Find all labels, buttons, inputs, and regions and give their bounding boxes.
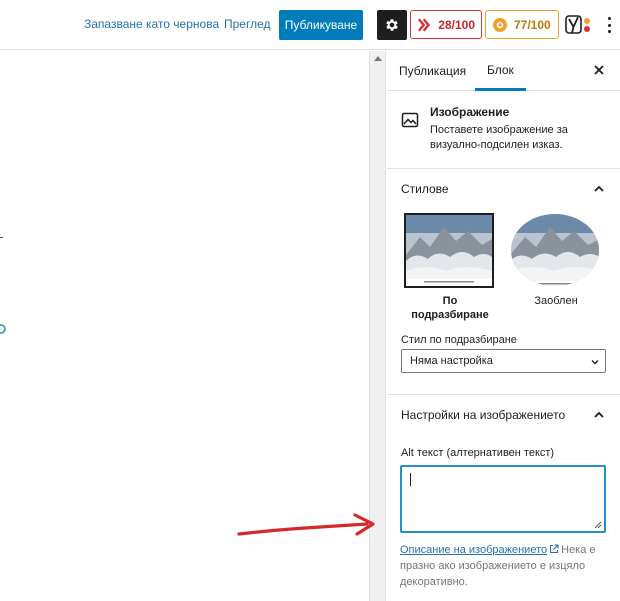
readability-score-button[interactable]: 77/100 (485, 10, 559, 39)
default-style-value: Няма настройка (410, 355, 493, 367)
annotation-arrow-icon (237, 513, 375, 536)
alt-text-input[interactable] (400, 465, 606, 533)
alt-text-help: Описание на изображението Нека е празно … (400, 542, 606, 590)
tab-block[interactable]: Блок (475, 51, 526, 91)
canvas-handle-icon (0, 324, 6, 334)
styles-panel: Стилове По подразбиране Заоблен Стил по … (387, 169, 620, 395)
publish-button[interactable]: Публикуване (279, 10, 363, 40)
block-card: Изображение Поставете изображение за виз… (387, 91, 620, 169)
text-caret (410, 473, 411, 486)
image-icon (401, 112, 419, 128)
editor-top-bar: Запазване като чернова Преглед Публикува… (0, 0, 620, 50)
style-label-rounded: Заоблен (534, 295, 578, 307)
preview-button[interactable]: Преглед (224, 17, 271, 31)
save-draft-button[interactable]: Запазване като чернова (84, 17, 219, 31)
mountain-image-icon (511, 214, 599, 286)
resize-handle-icon[interactable] (594, 521, 602, 529)
more-options-icon[interactable] (603, 15, 615, 35)
seo-analysis-icon (417, 17, 431, 32)
style-option-default[interactable]: По подразбиране (404, 213, 496, 322)
style-preview-default (404, 213, 494, 288)
external-link-icon (550, 544, 559, 554)
block-description: Поставете изображение за визуално-подсил… (430, 124, 568, 151)
gear-icon (386, 19, 398, 31)
image-settings-title: Настройки на изображението (401, 408, 566, 422)
styles-panel-title: Стилове (401, 182, 449, 196)
style-option-rounded[interactable]: Заоблен (510, 213, 602, 308)
seo-score-value: 28/100 (438, 17, 475, 32)
default-style-select[interactable]: Няма настройка (401, 349, 606, 373)
close-icon[interactable] (592, 63, 606, 77)
style-preview-rounded (510, 213, 600, 288)
sidebar-tabs: Публикация Блок (387, 51, 620, 91)
tab-post[interactable]: Публикация (399, 51, 466, 91)
default-style-label: Стил по подразбиране (401, 334, 517, 346)
scroll-up-arrow-icon[interactable] (374, 56, 382, 61)
chevron-up-icon (594, 411, 604, 418)
image-settings-header[interactable]: Настройки на изображението (387, 395, 620, 435)
mountain-image-icon (406, 215, 492, 286)
settings-button[interactable] (377, 10, 407, 40)
canvas-tick-mark (0, 237, 3, 238)
alt-text-label: Alt текст (алтернативен текст) (401, 447, 555, 459)
style-label-default: По подразбиране (411, 295, 489, 321)
seo-score-button[interactable]: 28/100 (410, 10, 482, 39)
describe-image-link[interactable]: Описание на изображението (400, 544, 547, 556)
settings-sidebar: Публикация Блок Изображение Поставете из… (387, 51, 620, 601)
image-settings-panel: Настройки на изображението Alt текст (ал… (387, 395, 620, 588)
chevron-down-icon (591, 360, 599, 365)
readability-score-value: 77/100 (514, 17, 551, 32)
chevron-up-icon (594, 185, 604, 192)
block-title: Изображение (430, 105, 510, 119)
styles-panel-header[interactable]: Стилове (387, 169, 620, 209)
yoast-logo-icon[interactable] (565, 14, 593, 36)
readability-icon (493, 17, 507, 32)
